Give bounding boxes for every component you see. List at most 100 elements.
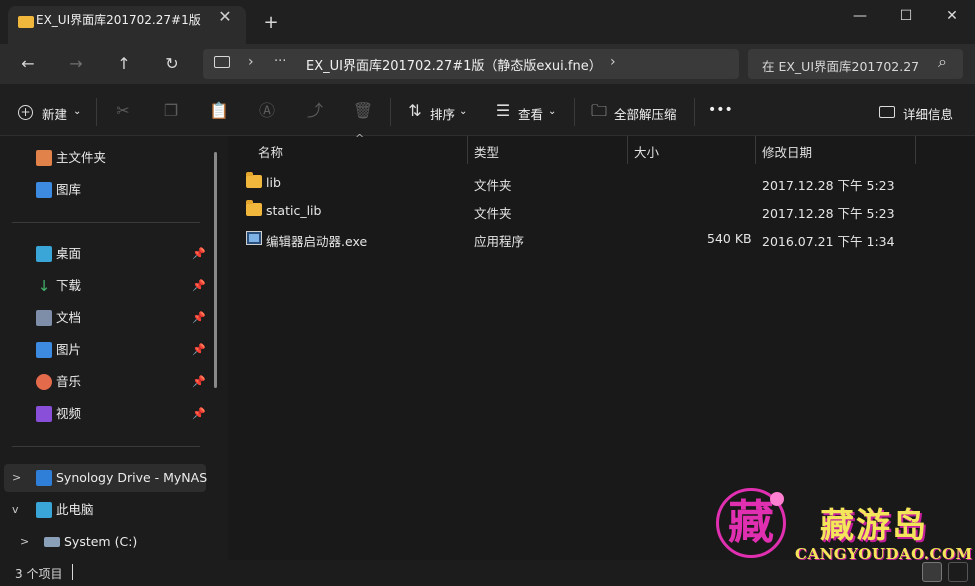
view-dropdown-icon[interactable]: ⌄ [548,106,556,117]
new-tab-button[interactable]: + [262,14,280,32]
extract-icon[interactable]: 🗀 [588,100,610,122]
chevron-down-icon[interactable]: v [12,496,24,524]
column-divider[interactable] [467,136,468,164]
sidebar-item-label: 主文件夹 [56,150,107,165]
minimize-button[interactable]: — [838,6,882,26]
sidebar-item-label: System (C:) [64,534,138,549]
breadcrumb-more[interactable]: ··· [274,54,286,69]
file-size: 540 KB [707,231,752,246]
rename-icon[interactable]: Ⓐ [256,100,278,122]
sidebar-item-label: 音乐 [56,374,82,389]
column-header-size[interactable]: 大小 [634,142,659,161]
music-icon [36,374,52,390]
sidebar-item-label: 视频 [56,406,82,421]
details-button[interactable]: 详细信息 [903,104,953,123]
forward-button[interactable]: → [64,52,88,76]
pin-icon[interactable]: 📌 [192,408,206,420]
sidebar-item-label: 图库 [56,182,82,197]
file-date: 2017.12.28 下午 5:23 [762,206,895,221]
sidebar-item-this-pc[interactable]: 此电脑 [36,496,206,524]
new-button[interactable]: 新建 [42,104,67,123]
refresh-button[interactable]: ↻ [160,52,184,76]
computer-icon[interactable] [214,56,230,68]
sidebar-item-pictures[interactable]: 图片 [36,336,206,364]
delete-icon[interactable]: 🗑 [352,100,374,122]
file-row[interactable]: static_lib 文件夹 2017.12.28 下午 5:23 [238,196,908,224]
pin-icon[interactable]: 📌 [192,312,206,324]
search-input[interactable]: 在 EX_UI界面库201702.27 [762,56,922,75]
sort-dropdown-icon[interactable]: ⌄ [459,106,467,117]
breadcrumb-path[interactable]: EX_UI界面库201702.27#1版（静态版exui.fne） [306,55,602,74]
sidebar-item-downloads[interactable]: ↓ 下载 [36,272,206,300]
up-button[interactable]: ↑ [112,52,136,76]
synology-drive-icon [36,470,52,486]
maximize-button[interactable]: ☐ [884,6,928,26]
download-icon: ↓ [37,277,51,295]
file-name: static_lib [266,203,322,218]
sidebar-item-music[interactable]: 音乐 [36,368,206,396]
column-divider[interactable] [627,136,628,164]
file-row[interactable]: lib 文件夹 2017.12.28 下午 5:23 [238,168,908,196]
computer-icon [36,502,52,518]
column-divider[interactable] [755,136,756,164]
file-name: 编辑器启动器.exe [266,234,368,249]
new-icon[interactable]: + [18,105,33,120]
tiles-view-button[interactable] [948,562,968,582]
sidebar-item-label: 桌面 [56,246,82,261]
column-header-name[interactable]: 名称 [258,142,283,161]
file-row[interactable]: 编辑器启动器.exe 应用程序 540 KB 2016.07.21 下午 1:3… [238,224,908,252]
tab-title: EX_UI界面库201702.27#1版（静 [36,13,206,27]
sidebar-item-videos[interactable]: 视频 [36,400,206,428]
back-button[interactable]: ← [16,52,40,76]
view-icon[interactable]: ☰ [492,100,514,122]
chevron-right-icon[interactable]: > [12,464,24,492]
sidebar-divider [12,222,200,223]
close-button[interactable]: ✕ [930,6,974,26]
extract-all-button[interactable]: 全部解压缩 [614,104,677,123]
flower-icon [770,492,784,506]
column-header-date[interactable]: 修改日期 [762,142,812,161]
folder-icon [246,200,262,216]
column-divider[interactable] [915,136,916,164]
home-icon [36,150,52,166]
tab-close-icon[interactable]: ✕ [216,8,234,26]
file-date: 2016.07.21 下午 1:34 [762,234,895,249]
new-dropdown-icon[interactable]: ⌄ [73,106,81,117]
chevron-right-icon[interactable]: > [20,528,32,556]
sidebar-item-desktop[interactable]: 桌面 [36,240,206,268]
breadcrumb-chevron[interactable]: › [610,54,616,70]
pin-icon[interactable]: 📌 [192,376,206,388]
details-pane-icon[interactable] [879,106,895,118]
sidebar-item-synology-drive[interactable]: Synology Drive - MyNAS [36,464,207,492]
toolbar-divider [96,98,97,126]
sidebar-item-home[interactable]: 主文件夹 [36,144,206,172]
file-name: lib [266,175,281,190]
copy-icon[interactable]: ❐ [160,100,182,122]
sort-icon[interactable]: ⇅ [404,100,426,122]
view-button[interactable]: 查看 [518,104,543,123]
pin-icon[interactable]: 📌 [192,344,206,356]
file-type: 文件夹 [474,178,512,193]
details-view-button[interactable] [922,562,942,582]
paste-icon[interactable]: 📋 [208,100,230,122]
sidebar-item-label: 此电脑 [56,502,94,517]
search-icon[interactable]: ⌕ [938,52,947,72]
sidebar-item-system-c[interactable]: System (C:) [44,528,214,556]
drive-icon [44,537,60,547]
more-options-button[interactable]: ••• [708,102,733,118]
sidebar-item-gallery[interactable]: 图库 [36,176,206,204]
sidebar-item-label: 图片 [56,342,82,357]
toolbar-divider [694,98,695,126]
video-icon [36,406,52,422]
pin-icon[interactable]: 📌 [192,280,206,292]
pin-icon[interactable]: 📌 [192,248,206,260]
share-icon[interactable]: ⤴ [304,100,326,122]
column-header-type[interactable]: 类型 [474,142,499,161]
sidebar-scrollbar[interactable] [214,152,217,388]
sidebar-item-documents[interactable]: 文档 [36,304,206,332]
cut-icon[interactable]: ✂ [112,100,134,122]
file-date: 2017.12.28 下午 5:23 [762,178,895,193]
folder-icon [246,172,262,188]
sort-button[interactable]: 排序 [430,104,455,123]
breadcrumb-separator[interactable]: › [248,54,254,70]
